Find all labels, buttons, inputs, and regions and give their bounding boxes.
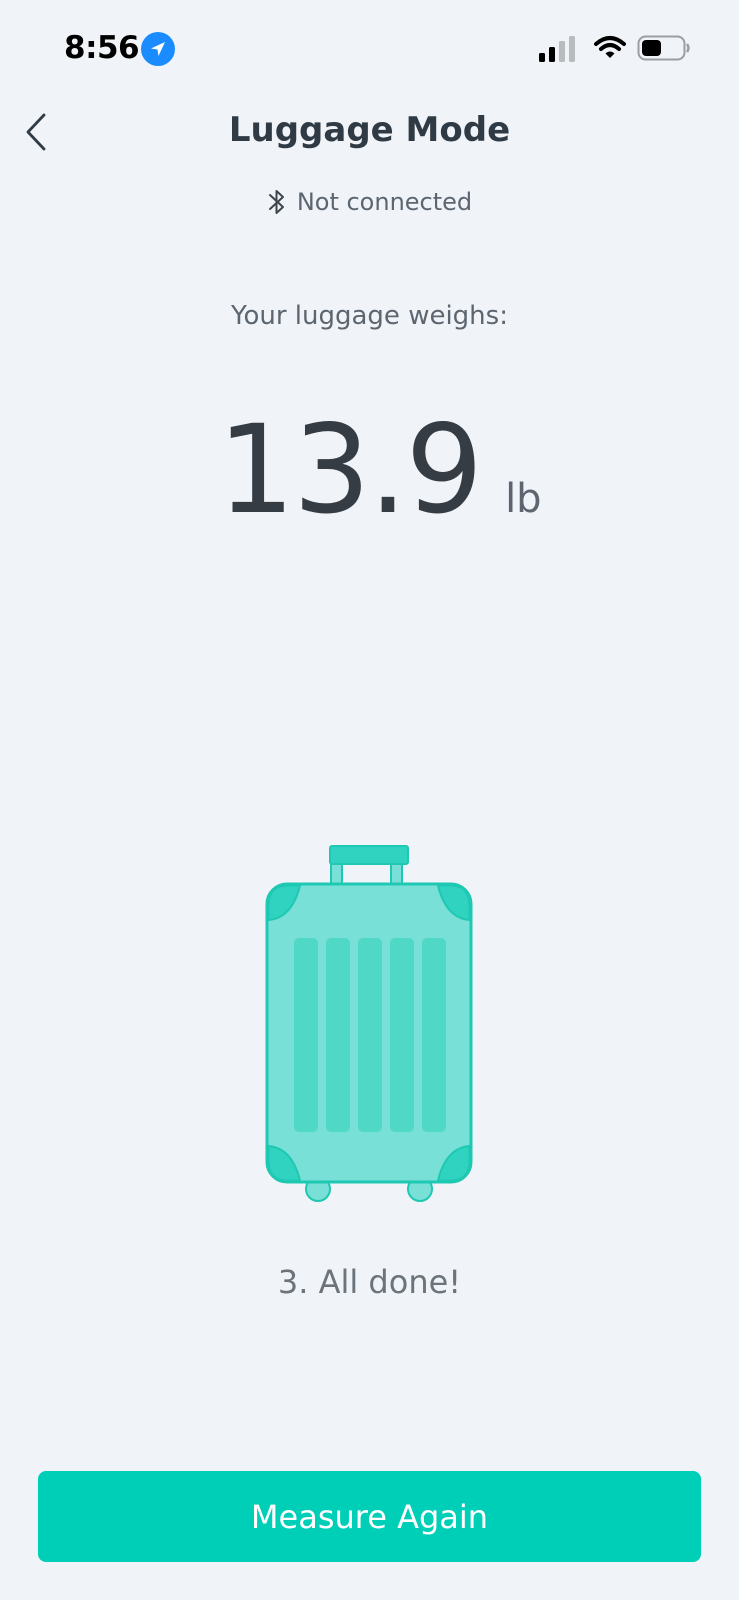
- status-time: 8:56: [64, 30, 140, 66]
- battery-icon: [637, 35, 690, 61]
- location-arrow-icon: [141, 32, 175, 66]
- cellular-signal-icon: [539, 36, 575, 62]
- measure-again-button[interactable]: Measure Again: [38, 1471, 701, 1562]
- weigh-label: Your luggage weighs:: [231, 301, 508, 331]
- bluetooth-icon: [268, 190, 284, 214]
- weight-readout: 13.9 lb: [0, 405, 739, 535]
- step-status: 3. All done!: [277, 1263, 462, 1301]
- weight-unit: lb: [505, 476, 542, 522]
- connection-status-text: Not connected: [296, 188, 473, 216]
- page-title: Luggage Mode: [228, 110, 511, 150]
- wifi-icon: [594, 36, 626, 58]
- weight-value: 13.9: [217, 399, 483, 541]
- luggage-icon: [265, 845, 473, 1202]
- connection-status: Not connected: [0, 184, 739, 220]
